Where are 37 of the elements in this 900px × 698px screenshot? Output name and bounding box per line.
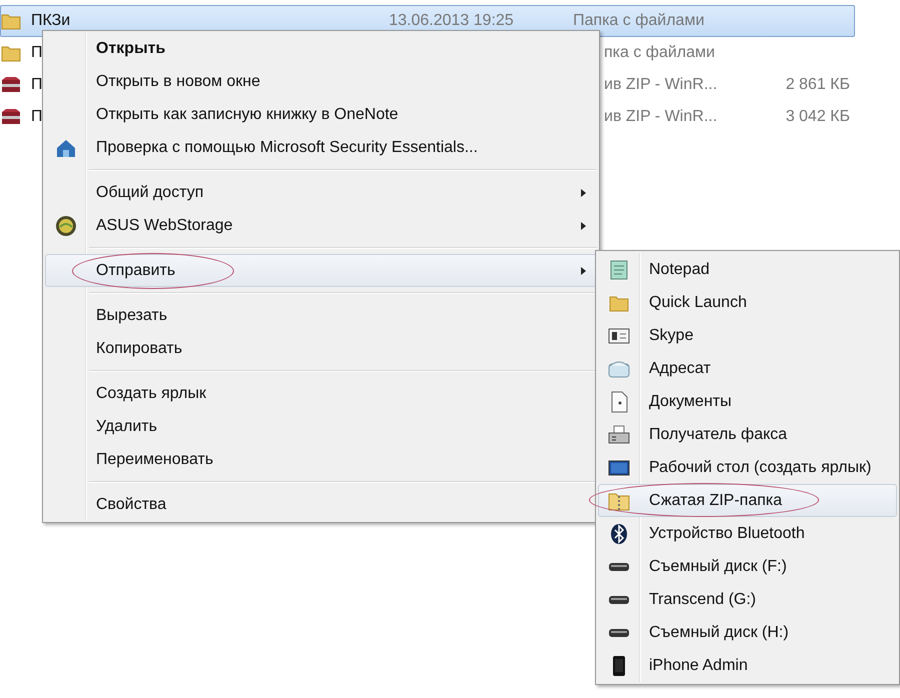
menu-item-label: Свойства: [96, 496, 166, 514]
menu-item-label: Transcend (G:): [649, 590, 756, 608]
file-type: Папка с файлами: [573, 12, 706, 30]
file-size: 3 042 КБ: [786, 108, 850, 126]
menu-item-label: Отправить: [96, 262, 176, 280]
menu-item-label: Создать ярлык: [96, 384, 206, 402]
menu-item-label: Рабочий стол (создать ярлык): [649, 458, 872, 476]
file-size: 2 861 КБ: [786, 76, 850, 94]
menu-item-label: Устройство Bluetooth: [649, 524, 805, 542]
menu-item-label: Notepad: [649, 260, 710, 278]
menu-item-label: iPhone Admin: [649, 656, 748, 674]
menu-item-label: Проверка с помощью Microsoft Security Essentials...: [96, 138, 478, 156]
file-name: П: [31, 108, 42, 126]
menu-item-label: Общий доступ: [96, 184, 204, 202]
menu-item-label: ASUS WebStorage: [96, 216, 233, 234]
menu-item-label: Quick Launch: [649, 294, 747, 312]
file-name: П: [31, 76, 42, 94]
file-name: П: [31, 44, 42, 62]
menu-item-label: Открыть в новом окне: [96, 72, 260, 90]
menu-item-label: Получатель факса: [649, 426, 788, 444]
file-name: ПКЗи: [31, 12, 70, 30]
menu-item-label: Переименовать: [96, 450, 214, 468]
menu-item-label: Открыть: [96, 40, 166, 58]
file-type: пка с файлами: [604, 44, 715, 62]
menu-item-label: Удалить: [96, 418, 158, 436]
menu-item-label: Копировать: [96, 340, 182, 358]
menu-item-label: Вырезать: [96, 306, 168, 324]
menu-item-label: Открыть как записную книжку в OneNote: [96, 106, 398, 124]
menu-item-label: Съемный диск (H:): [649, 624, 789, 642]
menu-item-label: Сжатая ZIP-папка: [649, 492, 782, 510]
menu-item-label: Съемный диск (F:): [649, 558, 787, 576]
menu-item-label: Документы: [649, 392, 732, 410]
file-type: ив ZIP - WinR...: [604, 76, 718, 94]
file-date: 13.06.2013 19:25: [389, 12, 515, 30]
menu-item-label: Адресат: [649, 360, 711, 378]
file-type: ив ZIP - WinR...: [604, 108, 718, 126]
menu-item-label: Skype: [649, 326, 694, 344]
